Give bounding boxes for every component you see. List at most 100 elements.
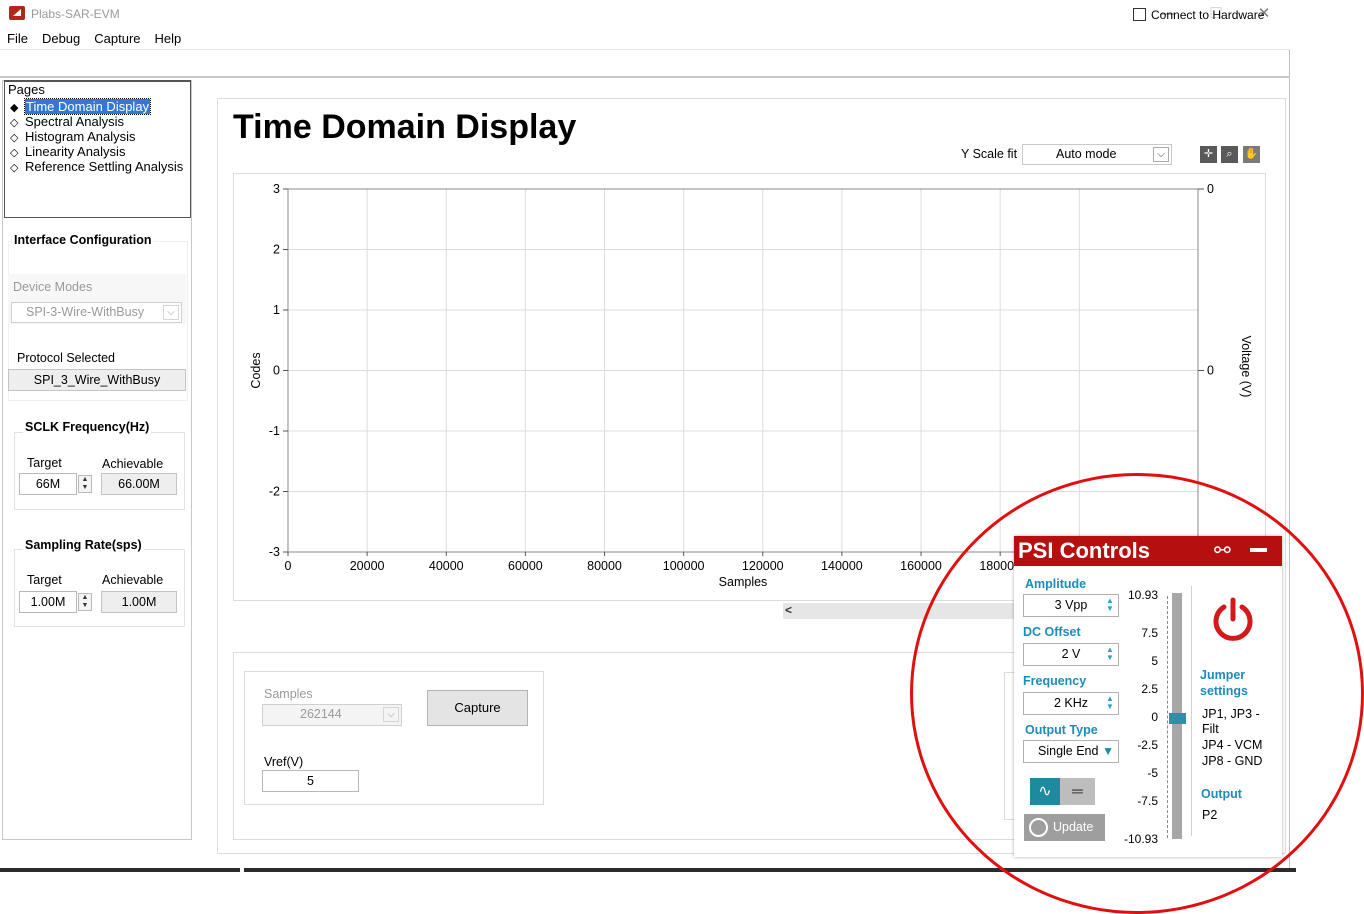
x-tick-label: 20000: [350, 559, 385, 573]
sclk-target-label: Target: [27, 456, 62, 470]
scroll-left-arrow-icon[interactable]: <: [785, 603, 792, 617]
scale-tick-label: 0: [1151, 710, 1158, 724]
scale-tick-label: 10.93: [1127, 588, 1158, 602]
window-bottom-edge: [0, 868, 1296, 872]
pan-hand-icon[interactable]: ✋: [1243, 146, 1260, 163]
scale-tick-label: 7.5: [1141, 626, 1158, 641]
samples-value: 262144: [300, 707, 342, 721]
scale-tick-label: -2.5: [1137, 737, 1158, 752]
sampling-achievable-label: Achievable: [102, 573, 164, 587]
dc-offset-stepper-icon[interactable]: ▲ ▼: [1105, 646, 1115, 662]
menu-bar: File Debug Capture Help: [0, 28, 1290, 50]
psi-divider: [1191, 586, 1192, 836]
protocol-value: SPI_3_Wire_WithBusy: [8, 369, 186, 391]
y-tick-label: 3: [273, 182, 280, 196]
sclk-achievable-label: Achievable: [102, 457, 164, 471]
sclk-target-stepper-icon[interactable]: ▲ ▼: [78, 475, 92, 493]
chevron-down-icon: ⌵: [1153, 147, 1169, 162]
x-tick-label: 0: [285, 559, 292, 573]
amplitude-input[interactable]: 3 Vpp ▲ ▼: [1023, 594, 1119, 617]
scale-tick-label: -10.93: [1123, 832, 1158, 846]
page-item-reference-settling[interactable]: ◇ Reference Settling Analysis: [10, 159, 183, 176]
window-bottom-gap: [240, 868, 244, 872]
page-item-label: Reference Settling Analysis: [25, 159, 184, 174]
capture-button[interactable]: Capture: [427, 690, 528, 726]
sampling-target-stepper-icon[interactable]: ▲ ▼: [78, 593, 92, 611]
title-bar: [0, 0, 1290, 28]
output-title: Output: [1201, 787, 1242, 801]
sampling-title: Sampling Rate(sps): [23, 538, 144, 552]
refresh-icon: [1029, 818, 1048, 837]
y-tick-label: -1: [269, 424, 280, 438]
sclk-target-input[interactable]: 66M: [19, 473, 77, 495]
dropdown-triangle-icon: ▼: [1102, 744, 1114, 758]
jumper-line-3: JP4 - VCM: [1202, 738, 1263, 752]
amplitude-value: 3 Vpp: [1054, 598, 1088, 612]
window-title: Plabs-SAR-EVM: [31, 7, 120, 21]
sine-wave-icon[interactable]: ∿: [1030, 778, 1060, 805]
output-type-select[interactable]: Single End ▼: [1023, 740, 1119, 763]
x-tick-label: 160000: [900, 559, 942, 573]
y2-tick-label: 0: [1207, 182, 1214, 196]
y-tick-label: -3: [269, 545, 280, 559]
sclk-achievable-value: 66.00M: [101, 473, 177, 495]
connect-hardware-label: Connect to Hardware: [1151, 8, 1265, 22]
frequency-label: Frequency: [1023, 674, 1087, 688]
menu-help[interactable]: Help: [148, 28, 189, 46]
y-tick-label: 2: [273, 243, 280, 257]
output-type-label: Output Type: [1025, 723, 1098, 737]
protocol-label: Protocol Selected: [17, 351, 115, 365]
unlink-icon[interactable]: ⚯: [1214, 538, 1231, 563]
page-title: Time Domain Display: [233, 108, 577, 146]
amplitude-label: Amplitude: [1025, 577, 1087, 591]
output-type-value: Single End: [1038, 744, 1099, 758]
frequency-stepper-icon[interactable]: ▲ ▼: [1105, 695, 1115, 711]
x-axis-label: Samples: [719, 575, 768, 589]
yscale-select[interactable]: Auto mode ⌵: [1022, 144, 1172, 165]
amplitude-stepper-icon[interactable]: ▲ ▼: [1105, 597, 1115, 613]
sampling-target-label: Target: [27, 573, 62, 587]
scale-tick-label: -7.5: [1137, 793, 1158, 808]
menu-debug[interactable]: Debug: [35, 28, 87, 46]
vref-input[interactable]: 5: [262, 770, 359, 792]
x-tick-label: 100000: [663, 559, 705, 573]
cursor-tool-icon[interactable]: ✛: [1200, 146, 1217, 163]
dc-offset-input[interactable]: 2 V ▲ ▼: [1023, 643, 1119, 666]
dc-wave-icon[interactable]: ═: [1060, 778, 1095, 805]
chevron-down-icon: ⌵: [163, 305, 179, 320]
page-item-label: Spectral Analysis: [25, 114, 124, 129]
jumper-line-1: JP1, JP3 -: [1202, 707, 1260, 721]
pages-title: Pages: [8, 82, 45, 97]
slider-ticks: [1162, 596, 1168, 838]
device-modes-select[interactable]: SPI-3-Wire-WithBusy ⌵: [11, 302, 182, 323]
dc-offset-value: 2 V: [1061, 647, 1081, 661]
frequency-value: 2 KHz: [1053, 696, 1089, 710]
zoom-tool-icon[interactable]: ⌕: [1221, 146, 1238, 163]
power-icon[interactable]: [1210, 597, 1256, 643]
device-modes-value: SPI-3-Wire-WithBusy: [26, 305, 145, 319]
page-item-label: Time Domain Display: [23, 98, 152, 115]
page-item-label: Linearity Analysis: [25, 144, 126, 159]
y-tick-label: -2: [269, 485, 280, 499]
minimize-icon[interactable]: [1250, 548, 1267, 552]
sclk-group: [14, 432, 185, 510]
x-tick-label: 120000: [742, 559, 784, 573]
menu-capture[interactable]: Capture: [87, 28, 147, 46]
dc-offset-label: DC Offset: [1023, 625, 1081, 639]
scale-tick-label: 5: [1151, 654, 1158, 669]
y-axis-label: Codes: [249, 352, 263, 388]
jumper-line-4: JP8 - GND: [1202, 754, 1263, 768]
sclk-title: SCLK Frequency(Hz): [23, 420, 152, 434]
voltage-slider-thumb[interactable]: [1169, 713, 1186, 724]
diamond-icon: ◇: [10, 162, 19, 174]
chart-horizontal-scrollbar[interactable]: [783, 603, 1023, 619]
menu-file[interactable]: File: [0, 28, 35, 46]
connect-hardware-checkbox[interactable]: [1133, 8, 1146, 21]
connection-bar: [0, 50, 1290, 78]
frequency-input[interactable]: 2 KHz ▲ ▼: [1023, 692, 1119, 715]
x-tick-label: 80000: [587, 559, 622, 573]
scale-tick-label: 2.5: [1141, 682, 1158, 697]
sampling-target-input[interactable]: 1.00M: [19, 591, 77, 613]
page-item-label: Histogram Analysis: [25, 129, 136, 144]
samples-select[interactable]: 262144 ⌵: [262, 704, 402, 726]
